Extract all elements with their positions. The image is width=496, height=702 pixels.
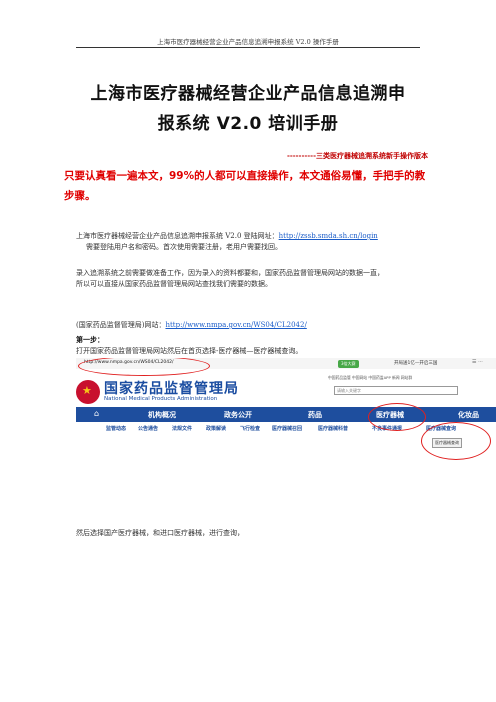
subnav-item[interactable]: 医疗器械科普 — [318, 425, 348, 432]
site-paragraph: (国家药品监督管理局)网站：http://www.nmpa.gov.cn/WS0… — [76, 320, 430, 331]
subnav-item[interactable]: 医疗器械召回 — [272, 425, 302, 432]
nmpa-url-link[interactable]: http://www.nmpa.gov.cn/WS04/CL2042/ — [165, 321, 306, 329]
running-header: 上海市医疗器械经营企业产品信息追溯申报系统 V2.0 操作手册 — [157, 38, 339, 46]
login-prefix: 上海市医疗器械经营企业产品信息追溯申报系统 V2.0 登陆网址： — [76, 232, 279, 240]
nav-item-cosmetics[interactable]: 化妆品 — [458, 410, 479, 420]
login-note: 需要登陆用户名和密码。首次使用需要注册，老用户需要找回。 — [86, 243, 282, 251]
browser-badge: 3倍大赛 — [338, 360, 359, 368]
site-name: 国家药品监督管理局 — [104, 381, 239, 397]
doc-title-line2: 报系统 V2.0 培训手册 — [157, 114, 339, 134]
subnav-item[interactable]: 法规文件 — [172, 425, 192, 432]
site-english-name: National Medical Products Administration — [104, 396, 218, 402]
intro-text: 只要认真看一遍本文，99%的人都可以直接操作，本文通俗易懂，手把手的教步骤。 — [64, 170, 426, 202]
login-url-link[interactable]: http://zssb.smda.sh.cn/login — [279, 232, 378, 240]
site-top-links[interactable]: 中国药品监管 中国网站 中国药监APP 新闻 网站群 — [328, 375, 412, 381]
nmpa-screenshot: http://www.nmpa.gov.cn/WS04/CL2042/ 3倍大赛… — [76, 358, 496, 464]
nav-item-drugs[interactable]: 药品 — [308, 410, 322, 420]
doc-subtitle: ----------三类医疗器械追溯系统新手操作版本 — [286, 152, 428, 160]
subnav-item[interactable]: 政策解读 — [206, 425, 226, 432]
highlight-ring-query — [421, 422, 491, 460]
national-emblem-icon — [76, 380, 100, 404]
prep-paragraph: 录入追溯系统之前需要做准备工作，因为录入的资料都要和，国家药品监督管理局网站的数… — [76, 268, 430, 290]
doc-title-line1: 上海市医疗器械经营企业产品信息追溯申 — [90, 84, 406, 104]
highlight-ring-nav — [368, 403, 426, 431]
site-prefix: (国家药品监督管理局)网站： — [76, 321, 166, 329]
step1-label: 第一步： — [76, 335, 104, 344]
prep-line1: 录入追溯系统之前需要做准备工作，因为录入的资料都要和，国家药品监督管理局网站的数… — [76, 269, 384, 277]
header-divider — [76, 47, 420, 48]
home-icon[interactable]: ⌂ — [94, 409, 99, 418]
after-text: 然后选择国产医疗器械，和进口医疗器械，进行查询， — [76, 529, 244, 537]
subnav-item[interactable]: 公告通告 — [138, 425, 158, 432]
nav-item-org[interactable]: 机构概况 — [148, 410, 176, 420]
site-nav-bar: ⌂ 机构概况 政务公开 药品 医疗器械 化妆品 — [76, 407, 496, 422]
subnav-item[interactable]: 监管动态 — [106, 425, 126, 432]
browser-tool-icons: ☰ ⋯ — [472, 359, 484, 365]
browser-search-tip: 开局送1亿—开启三国 — [394, 361, 438, 366]
site-search-input[interactable]: 请输入关键字 — [334, 386, 458, 395]
subnav-item[interactable]: 飞行检查 — [240, 425, 260, 432]
prep-line2: 所以可以直接从国家药品监督管理局网站查找我们需要的数据。 — [76, 280, 272, 288]
nav-item-public[interactable]: 政务公开 — [224, 410, 252, 420]
step1-text: 打开国家药品监督管理局网站然后在首页选择-医疗器械—医疗器械查询。 — [76, 347, 303, 355]
login-paragraph: 上海市医疗器械经营企业产品信息追溯申报系统 V2.0 登陆网址：http://z… — [76, 231, 430, 253]
